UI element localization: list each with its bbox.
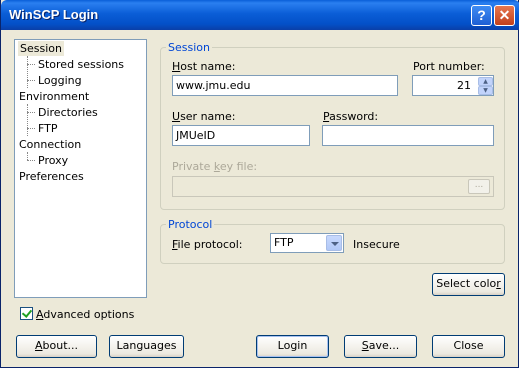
private-key-file-input[interactable] [172, 176, 494, 197]
tree-item-session[interactable]: Session [18, 41, 64, 56]
tree-connector [27, 128, 35, 129]
browse-key-file-button[interactable]: ... [468, 179, 490, 194]
tree-connector [27, 80, 35, 81]
chevron-down-icon[interactable] [326, 235, 342, 251]
private-key-file-label: Private key file: [172, 160, 258, 173]
spin-down-icon[interactable]: ▼ [478, 86, 493, 95]
tree-item-environment[interactable]: Environment [19, 89, 89, 104]
session-group-legend: Session [166, 41, 212, 54]
tree-item-ftp[interactable]: FTP [38, 121, 58, 136]
advanced-options-checkbox[interactable] [20, 307, 33, 320]
settings-tree[interactable]: Session Stored sessions Logging Environm… [14, 39, 147, 298]
save-button[interactable]: Save... [344, 335, 417, 358]
login-dialog: WinSCP Login ? ✕ Session Stored sessions… [0, 0, 519, 368]
tree-connector [27, 160, 35, 161]
host-name-label: Host name: [172, 60, 236, 73]
protocol-group-legend: Protocol [166, 218, 215, 231]
close-button[interactable]: Close [432, 335, 505, 358]
tree-item-proxy[interactable]: Proxy [38, 153, 68, 168]
languages-button[interactable]: Languages [109, 335, 184, 358]
password-input[interactable] [322, 125, 494, 146]
tree-connector [27, 56, 28, 88]
select-color-button[interactable]: Select color [432, 273, 505, 296]
window-title: WinSCP Login [9, 7, 99, 22]
tree-connector [27, 104, 28, 136]
port-number-label: Port number: [413, 60, 485, 73]
tree-item-preferences[interactable]: Preferences [19, 169, 84, 184]
tree-item-logging[interactable]: Logging [38, 73, 82, 88]
file-protocol-value: FTP [274, 236, 294, 249]
help-icon[interactable]: ? [471, 5, 492, 26]
tree-connector [27, 152, 28, 160]
close-icon[interactable]: ✕ [494, 5, 515, 26]
host-name-input[interactable]: www.jmu.edu [172, 75, 398, 96]
tree-item-stored-sessions[interactable]: Stored sessions [38, 57, 124, 72]
title-bar: WinSCP Login ? ✕ [1, 0, 519, 30]
file-protocol-select[interactable]: FTP [270, 233, 344, 253]
spin-up-icon[interactable]: ▲ [478, 77, 493, 86]
user-name-label: User name: [172, 110, 236, 123]
security-note: Insecure [353, 238, 400, 251]
tree-item-connection[interactable]: Connection [19, 137, 81, 152]
about-button[interactable]: About... [16, 335, 97, 358]
login-button[interactable]: Login [256, 335, 329, 358]
tree-connector [27, 64, 35, 65]
password-label: Password: [323, 110, 379, 123]
tree-connector [27, 112, 35, 113]
advanced-options-label[interactable]: Advanced options [36, 308, 134, 321]
user-name-input[interactable]: JMUeID [172, 125, 310, 146]
file-protocol-label: File protocol: [172, 238, 243, 251]
tree-item-directories[interactable]: Directories [38, 105, 98, 120]
